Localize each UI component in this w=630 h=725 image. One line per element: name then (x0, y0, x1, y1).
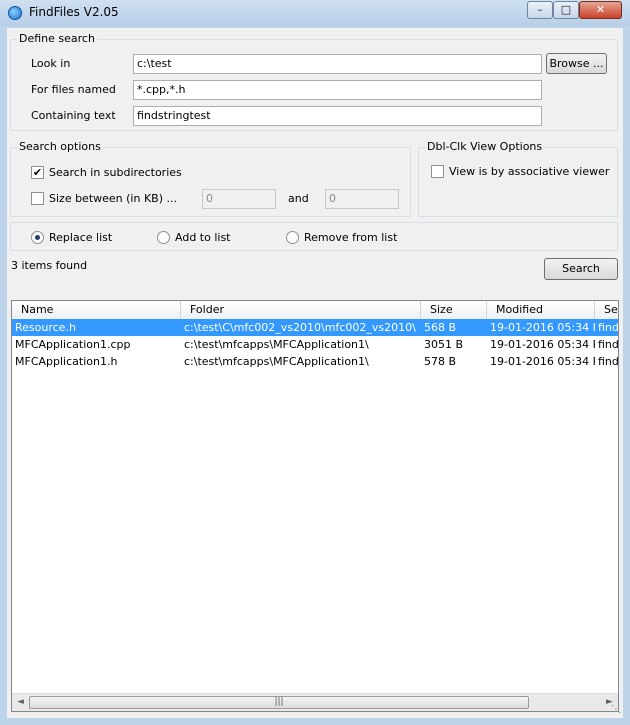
column-folder[interactable]: Folder (181, 301, 421, 319)
browse-button[interactable]: Browse ... (546, 53, 607, 74)
remove-from-list-radio[interactable] (286, 231, 299, 244)
row-size: 3051 B (424, 338, 464, 351)
results-list[interactable]: Name Folder Size Modified Se Resource.h … (11, 300, 619, 712)
app-icon (8, 6, 22, 20)
window-title: FindFiles V2.05 (29, 5, 119, 19)
look-in-label: Look in (31, 57, 71, 70)
close-button[interactable]: ✕ (579, 1, 622, 19)
scroll-thumb[interactable]: ||| (29, 696, 529, 709)
size-between-checkbox[interactable] (31, 192, 44, 205)
column-modified[interactable]: Modified (487, 301, 595, 319)
column-extra[interactable]: Se (595, 301, 618, 319)
subdirectories-checkbox[interactable]: ✔ (31, 166, 44, 179)
title-bar[interactable]: FindFiles V2.05 – □ ✕ (0, 0, 630, 26)
define-search-label: Define search (17, 32, 97, 45)
remove-from-list-label[interactable]: Remove from list (304, 231, 397, 244)
row-extra: finds (598, 321, 619, 334)
column-name[interactable]: Name (12, 301, 181, 319)
row-folder: c:\test\mfcapps\MFCApplication1\ (184, 338, 369, 351)
containing-text-field[interactable]: findstringtest (133, 106, 542, 126)
view-options-label: Dbl-Clk View Options (425, 140, 545, 153)
add-to-list-label[interactable]: Add to list (175, 231, 231, 244)
associative-viewer-checkbox[interactable] (431, 165, 444, 178)
containing-text-label: Containing text (31, 109, 116, 122)
row-folder: c:\test\C\mfc002_vs2010\mfc002_vs2010\ (184, 321, 416, 334)
row-name: MFCApplication1.cpp (15, 338, 131, 351)
column-size[interactable]: Size (421, 301, 487, 319)
row-folder: c:\test\mfcapps\MFCApplication1\ (184, 355, 369, 368)
size-between-label[interactable]: Size between (in KB) ... (49, 192, 177, 205)
look-in-field[interactable]: c:\test (133, 54, 542, 74)
row-modified: 19-01-2016 05:34 PM (490, 321, 595, 334)
row-size: 568 B (424, 321, 457, 334)
row-size: 578 B (424, 355, 457, 368)
row-name: MFCApplication1.h (15, 355, 118, 368)
files-named-field[interactable]: *.cpp,*.h (133, 80, 542, 100)
client-area: Define search Look in c:\test Browse ...… (7, 28, 623, 718)
row-modified: 19-01-2016 05:34 PM (490, 355, 595, 368)
resize-grip-icon[interactable]: ⋱ (609, 704, 621, 716)
minimize-button[interactable]: – (527, 1, 553, 19)
items-found-status: 3 items found (11, 259, 88, 272)
add-to-list-radio[interactable] (157, 231, 170, 244)
row-extra: finds (598, 355, 619, 368)
search-options-label: Search options (17, 140, 103, 153)
associative-viewer-label[interactable]: View is by associative viewer (449, 165, 609, 178)
replace-list-radio[interactable] (31, 231, 44, 244)
horizontal-scrollbar[interactable]: ◄ ||| ► (12, 693, 618, 711)
view-options-group: Dbl-Clk View Options (418, 140, 618, 217)
check-icon: ✔ (32, 166, 43, 179)
row-modified: 19-01-2016 05:34 PM (490, 338, 595, 351)
replace-list-label[interactable]: Replace list (49, 231, 112, 244)
size-min-field[interactable]: 0 (202, 189, 276, 209)
subdirectories-label[interactable]: Search in subdirectories (49, 166, 182, 179)
results-header: Name Folder Size Modified Se (12, 301, 618, 320)
table-row[interactable]: Resource.h c:\test\C\mfc002_vs2010\mfc00… (12, 319, 618, 336)
app-window: FindFiles V2.05 – □ ✕ Define search Look… (0, 0, 630, 725)
search-button[interactable]: Search (544, 258, 618, 280)
size-max-field[interactable]: 0 (325, 189, 399, 209)
files-named-label: For files named (31, 83, 116, 96)
maximize-button[interactable]: □ (553, 1, 579, 19)
scroll-left-icon[interactable]: ◄ (12, 694, 29, 711)
table-row[interactable]: MFCApplication1.h c:\test\mfcapps\MFCApp… (12, 353, 618, 370)
and-label: and (288, 192, 309, 205)
table-row[interactable]: MFCApplication1.cpp c:\test\mfcapps\MFCA… (12, 336, 618, 353)
row-extra: finds (598, 338, 619, 351)
row-name: Resource.h (15, 321, 76, 334)
